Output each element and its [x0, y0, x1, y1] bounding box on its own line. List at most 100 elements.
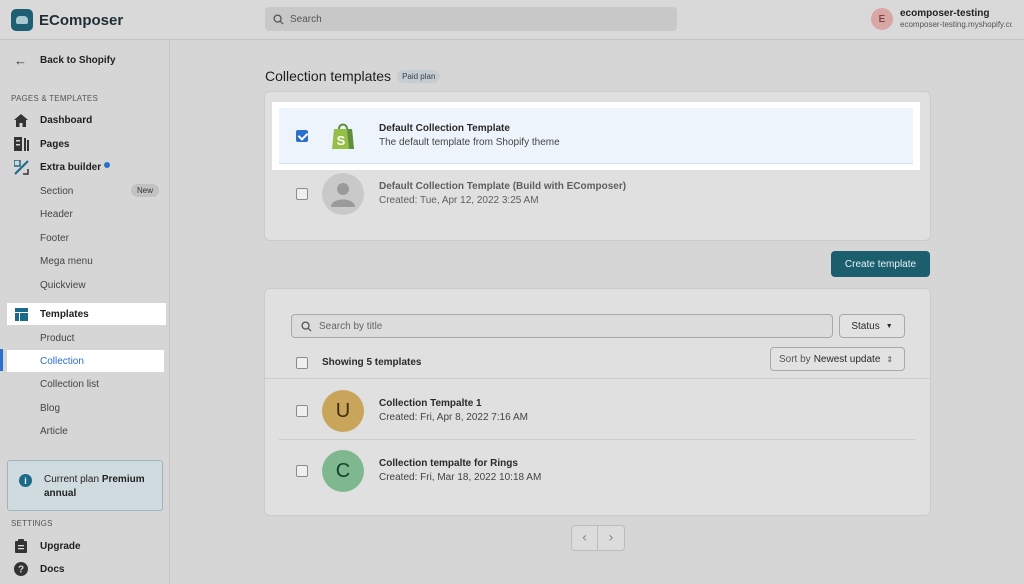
back-label: Back to Shopify — [40, 55, 116, 66]
sidebar-item-label: Mega menu — [40, 255, 93, 267]
svg-text:?: ? — [18, 565, 24, 576]
sidebar-item-label: Quickview — [40, 279, 86, 291]
template-name: Default Collection Template — [379, 122, 510, 134]
global-search[interactable] — [265, 7, 677, 31]
app-name: EComposer — [39, 11, 124, 29]
sidebar: ← Back to Shopify PAGES & TEMPLATES Dash… — [0, 41, 170, 584]
sidebar-item-collection-list[interactable]: Collection list — [7, 373, 166, 395]
shopify-bag-icon: S — [322, 115, 364, 157]
search-icon — [301, 320, 312, 332]
sidebar-item-section[interactable]: Section New — [7, 180, 166, 202]
sidebar-item-quickview[interactable]: Quickview — [7, 274, 166, 296]
template-subtitle: The default template from Shopify theme — [379, 136, 560, 148]
status-label: Status — [851, 320, 880, 332]
templates-list-card: Status ▼ Showing 5 templates Sort by New… — [265, 289, 930, 515]
create-template-button[interactable]: Create template — [831, 251, 930, 277]
sidebar-item-product[interactable]: Product — [7, 327, 166, 349]
sort-select[interactable]: Sort by Newest update ⇕ — [770, 347, 905, 371]
sidebar-item-docs[interactable]: ? Docs — [7, 558, 166, 580]
default-templates-card: S Default Collection Template The defaul… — [265, 92, 930, 240]
sidebar-item-label: Section — [40, 185, 74, 197]
sidebar-item-mega-menu[interactable]: Mega menu — [7, 250, 166, 272]
status-filter-button[interactable]: Status ▼ — [839, 314, 905, 338]
template-avatar: U — [322, 390, 364, 432]
template-name[interactable]: Collection Tempalte 1 — [379, 397, 528, 411]
sidebar-item-dashboard[interactable]: Dashboard — [7, 109, 166, 131]
ecomposer-default-template-row[interactable]: Default Collection Template (Build with … — [279, 164, 915, 224]
search-by-title-input[interactable] — [319, 320, 799, 332]
sidebar-item-label: Dashboard — [40, 114, 93, 126]
sort-value: Newest update — [813, 353, 881, 365]
global-search-input[interactable] — [290, 13, 650, 25]
default-template-row[interactable]: S Default Collection Template The defaul… — [272, 102, 920, 170]
sidebar-item-label: Header — [40, 208, 73, 220]
sidebar-item-label: Article — [40, 425, 68, 437]
pagination: ‹ › — [571, 525, 625, 551]
sidebar-item-label: Collection list — [40, 378, 99, 390]
builder-icon — [13, 159, 29, 175]
template-name: Default Collection Template (Build with … — [379, 181, 627, 192]
sidebar-item-label: Templates — [40, 308, 89, 320]
clipboard-icon — [13, 538, 29, 554]
sidebar-item-collection[interactable]: Collection — [7, 350, 164, 372]
divider — [279, 439, 915, 440]
select-all-checkbox[interactable] — [296, 356, 308, 369]
active-indicator — [0, 349, 3, 371]
previous-page-button[interactable]: ‹ — [571, 525, 598, 551]
sidebar-item-header[interactable]: Header — [7, 203, 166, 225]
sidebar-item-templates[interactable]: Templates — [7, 303, 166, 325]
info-icon: i — [19, 474, 32, 487]
current-plan-banner: i Current plan Premium annual — [7, 460, 163, 511]
search-icon — [273, 13, 284, 25]
template-checkbox[interactable] — [296, 188, 308, 200]
sidebar-item-extra-builder[interactable]: Extra builder — [7, 156, 166, 178]
template-created: Created: Fri, Mar 18, 2022 10:18 AM — [379, 472, 542, 483]
caret-down-icon: ▼ — [885, 322, 893, 330]
top-bar: EComposer E ecomposer-testing ecomposer-… — [0, 0, 1024, 40]
sidebar-item-label: Footer — [40, 232, 69, 244]
sidebar-item-upgrade[interactable]: Upgrade — [7, 535, 166, 557]
table-row[interactable]: C Collection tempalte for Rings Created:… — [265, 441, 930, 501]
sidebar-item-blog[interactable]: Blog — [7, 397, 166, 419]
template-name[interactable]: Collection tempalte for Rings — [379, 457, 541, 471]
plan-prefix: Current plan — [44, 474, 100, 485]
notification-dot — [104, 161, 111, 168]
user-placeholder-icon — [322, 173, 364, 215]
template-checkbox[interactable] — [296, 129, 308, 142]
help-icon: ? — [13, 561, 29, 577]
user-name: ecomposer-testing — [900, 8, 990, 19]
sidebar-item-label: Blog — [40, 402, 61, 414]
user-menu[interactable]: E ecomposer-testing ecomposer-testing.my… — [871, 8, 1012, 30]
template-created: Created: Tue, Apr 12, 2022 3:25 AM — [379, 195, 539, 206]
sort-arrows-icon: ⇕ — [886, 354, 894, 364]
arrow-left-icon: ← — [14, 53, 27, 68]
sidebar-item-pages[interactable]: Pages — [7, 133, 166, 155]
sidebar-item-label: Extra builder — [40, 161, 102, 173]
sidebar-item-label: Product — [40, 332, 75, 344]
svg-text:S: S — [337, 133, 346, 148]
table-row[interactable]: U Collection Tempalte 1 Created: Fri, Ap… — [265, 381, 930, 441]
back-to-shopify-link[interactable]: ← Back to Shopify — [14, 53, 116, 68]
section-title-settings: SETTINGS — [11, 519, 53, 528]
template-search[interactable] — [291, 314, 833, 338]
sidebar-item-label: Upgrade — [40, 540, 81, 552]
avatar: E — [871, 8, 893, 30]
ecomposer-logo-icon — [11, 9, 33, 31]
row-checkbox[interactable] — [296, 405, 308, 417]
sidebar-item-label: Pages — [40, 138, 70, 150]
sidebar-item-footer[interactable]: Footer — [7, 227, 166, 249]
sidebar-item-article[interactable]: Article — [7, 420, 166, 442]
row-checkbox[interactable] — [296, 465, 308, 477]
home-icon — [13, 112, 29, 128]
new-badge: New — [130, 184, 159, 197]
page-title: Collection templates — [265, 68, 392, 84]
shop-domain: ecomposer-testing.myshopify.com — [900, 20, 1012, 29]
pages-icon — [13, 136, 29, 152]
templates-icon — [13, 306, 29, 322]
next-page-button[interactable]: › — [598, 525, 625, 551]
app-logo[interactable]: EComposer — [11, 9, 123, 31]
paid-plan-badge: Paid plan — [397, 69, 441, 83]
sidebar-item-label: Docs — [40, 563, 65, 575]
page-header: Collection templates Paid plan — [265, 68, 441, 84]
template-avatar: C — [322, 450, 364, 492]
